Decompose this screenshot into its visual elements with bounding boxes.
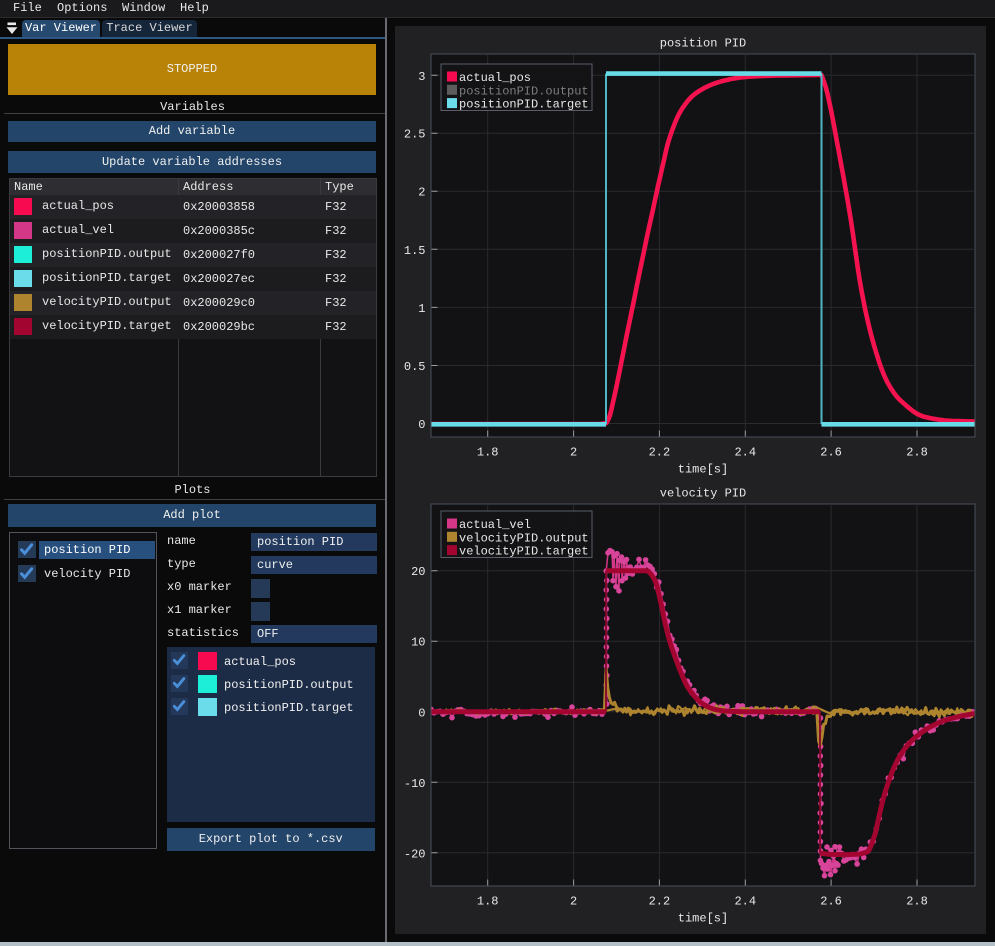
svg-text:1.8: 1.8	[477, 895, 499, 909]
svg-text:velocityPID.output: velocityPID.output	[459, 531, 589, 545]
svg-text:actual_pos: actual_pos	[459, 71, 531, 85]
svg-text:2: 2	[570, 895, 577, 909]
svg-text:1: 1	[418, 302, 425, 316]
svg-text:2.4: 2.4	[734, 446, 756, 460]
svg-text:0.5: 0.5	[404, 360, 426, 374]
svg-text:2.8: 2.8	[906, 895, 928, 909]
svg-text:2.5: 2.5	[404, 128, 426, 142]
svg-text:2.8: 2.8	[906, 446, 928, 460]
svg-text:-10: -10	[404, 777, 426, 791]
svg-text:2: 2	[570, 446, 577, 460]
svg-text:2.6: 2.6	[820, 895, 842, 909]
svg-text:2.6: 2.6	[820, 446, 842, 460]
svg-text:position PID: position PID	[660, 37, 746, 51]
svg-text:0: 0	[418, 706, 425, 720]
svg-text:time[s]: time[s]	[678, 912, 728, 926]
svg-text:1.8: 1.8	[477, 446, 499, 460]
svg-text:20: 20	[411, 565, 425, 579]
svg-text:1.5: 1.5	[404, 244, 426, 258]
svg-text:2.2: 2.2	[649, 895, 671, 909]
svg-text:actual_vel: actual_vel	[459, 518, 531, 532]
svg-text:positionPID.output: positionPID.output	[459, 84, 589, 98]
svg-text:2.4: 2.4	[734, 895, 756, 909]
svg-text:2.2: 2.2	[649, 446, 671, 460]
svg-text:2: 2	[418, 186, 425, 200]
svg-text:velocityPID.target: velocityPID.target	[459, 545, 589, 559]
svg-text:3: 3	[418, 70, 425, 84]
svg-text:-20: -20	[404, 847, 426, 861]
svg-text:0: 0	[418, 418, 425, 432]
svg-text:positionPID.target: positionPID.target	[459, 98, 589, 112]
svg-text:velocity PID: velocity PID	[660, 487, 746, 501]
svg-text:time[s]: time[s]	[678, 463, 728, 477]
svg-text:10: 10	[411, 636, 425, 650]
